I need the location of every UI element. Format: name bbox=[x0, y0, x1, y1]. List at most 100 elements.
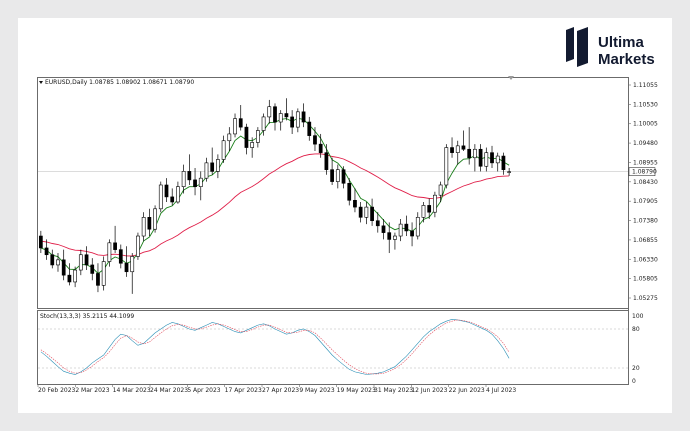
date-tick-label: 22 Jun 2023 bbox=[449, 387, 485, 394]
candle-body bbox=[67, 274, 72, 283]
candle-body bbox=[290, 116, 295, 128]
price-header: EURUSD,Daily 1.08785 1.08902 1.08671 1.0… bbox=[45, 79, 194, 86]
stoch-header: Stoch(13,3,3) 35.2115 44.1099 bbox=[40, 313, 134, 320]
candle-body bbox=[387, 232, 392, 240]
candle-body bbox=[38, 235, 43, 249]
candle-body bbox=[61, 259, 66, 276]
candle-body bbox=[318, 143, 323, 153]
date-tick-label: 14 Mar 2023 bbox=[113, 387, 151, 394]
candle-body bbox=[484, 152, 489, 167]
candle-body bbox=[170, 196, 175, 203]
candle-body bbox=[381, 225, 386, 233]
candle-body bbox=[153, 208, 157, 230]
candle-body bbox=[473, 148, 477, 159]
candle-body bbox=[136, 235, 140, 257]
candle-body bbox=[427, 205, 432, 213]
candle-body bbox=[233, 118, 237, 135]
candle-body bbox=[273, 106, 277, 123]
stoch-tick-label: 0 bbox=[632, 378, 636, 385]
candle-body bbox=[393, 235, 397, 240]
price-tick-label: 1.07380 bbox=[633, 218, 658, 225]
stoch-tick-label: 80 bbox=[632, 326, 640, 333]
candle-body bbox=[353, 199, 357, 208]
candle-body bbox=[210, 162, 215, 172]
candle-body bbox=[130, 256, 135, 273]
candle-body bbox=[90, 264, 95, 274]
candle-body bbox=[444, 147, 449, 186]
candle-body bbox=[238, 118, 243, 128]
candle-body bbox=[267, 106, 272, 118]
candle-body bbox=[50, 254, 55, 266]
candle-body bbox=[176, 186, 180, 203]
candle-body bbox=[261, 116, 266, 131]
candle-body bbox=[193, 179, 197, 187]
candle-body bbox=[375, 220, 380, 227]
candle-body bbox=[250, 142, 255, 148]
candle-body bbox=[244, 126, 249, 148]
candle-body bbox=[227, 133, 232, 142]
main-plot-area bbox=[38, 98, 628, 294]
candle-body bbox=[255, 130, 260, 143]
price-tick-label: 1.05275 bbox=[633, 295, 658, 302]
candle-body bbox=[84, 254, 89, 266]
candle-body bbox=[335, 169, 340, 182]
candle-body bbox=[341, 169, 346, 184]
date-tick-label: 20 Feb 2023 bbox=[38, 387, 76, 394]
stoch-signal-line bbox=[40, 319, 510, 375]
candle-body bbox=[507, 171, 512, 173]
candle-body bbox=[501, 155, 506, 170]
candle-body bbox=[313, 135, 317, 145]
candle-body bbox=[478, 148, 483, 167]
price-chart[interactable]: 1.11055 1.10530 1.10005 1.09480 1.08955 1.084… bbox=[0, 0, 690, 431]
candle-body bbox=[438, 184, 443, 196]
candle-body bbox=[164, 184, 169, 198]
current-price-label: 1.08790 bbox=[632, 169, 657, 176]
date-tick-label: 12 Jun 2023 bbox=[411, 387, 447, 394]
candle-body bbox=[107, 242, 112, 262]
candle-body bbox=[410, 230, 414, 237]
candle-body bbox=[358, 206, 363, 218]
candle-body bbox=[78, 254, 83, 271]
price-tick-label: 1.10530 bbox=[633, 101, 658, 108]
candle-body bbox=[364, 206, 369, 218]
candle-body bbox=[216, 159, 220, 172]
candle-body bbox=[221, 140, 226, 160]
candle-body bbox=[347, 182, 352, 201]
symbol-dropdown-icon[interactable] bbox=[39, 81, 43, 84]
date-tick-label: 5 Apr 2023 bbox=[187, 387, 220, 394]
candle-body bbox=[495, 155, 500, 164]
candle-body bbox=[284, 113, 289, 118]
candle-body bbox=[204, 162, 209, 179]
candle-body bbox=[124, 262, 129, 273]
main-panel-frame bbox=[37, 77, 629, 309]
price-tick-label: 1.08955 bbox=[633, 159, 658, 166]
candle-body bbox=[73, 269, 77, 283]
candle-body bbox=[415, 217, 420, 237]
price-tick-label: 1.10005 bbox=[633, 121, 658, 128]
date-tick-label: 31 May 2023 bbox=[374, 387, 413, 394]
price-tick-label: 1.06330 bbox=[633, 256, 658, 263]
candle-body bbox=[181, 171, 186, 187]
candle-body bbox=[187, 171, 192, 181]
candle-body bbox=[113, 242, 117, 250]
candle-body bbox=[198, 177, 203, 187]
candle-body bbox=[278, 113, 283, 123]
date-tick-label: 17 Apr 2023 bbox=[225, 387, 262, 394]
price-tick-label: 1.07905 bbox=[633, 198, 658, 205]
candle-body bbox=[421, 205, 426, 218]
date-tick-label: 2 Mar 2023 bbox=[75, 387, 109, 394]
candle-body bbox=[307, 121, 312, 136]
price-tick-label: 1.06855 bbox=[633, 237, 658, 244]
price-tick-label: 1.08430 bbox=[633, 179, 658, 186]
candle-body bbox=[44, 247, 49, 256]
candle-body bbox=[56, 259, 60, 266]
candle-body bbox=[467, 148, 472, 159]
candle-body bbox=[158, 184, 163, 210]
candle-body bbox=[450, 147, 454, 153]
price-tick-label: 1.09480 bbox=[633, 140, 658, 147]
price-tick-label: 1.05805 bbox=[633, 276, 658, 283]
stoch-tick-label: 100 bbox=[632, 313, 644, 320]
stoch-plot-area bbox=[38, 318, 628, 375]
candle-body bbox=[490, 152, 494, 164]
candle-body bbox=[330, 169, 334, 182]
